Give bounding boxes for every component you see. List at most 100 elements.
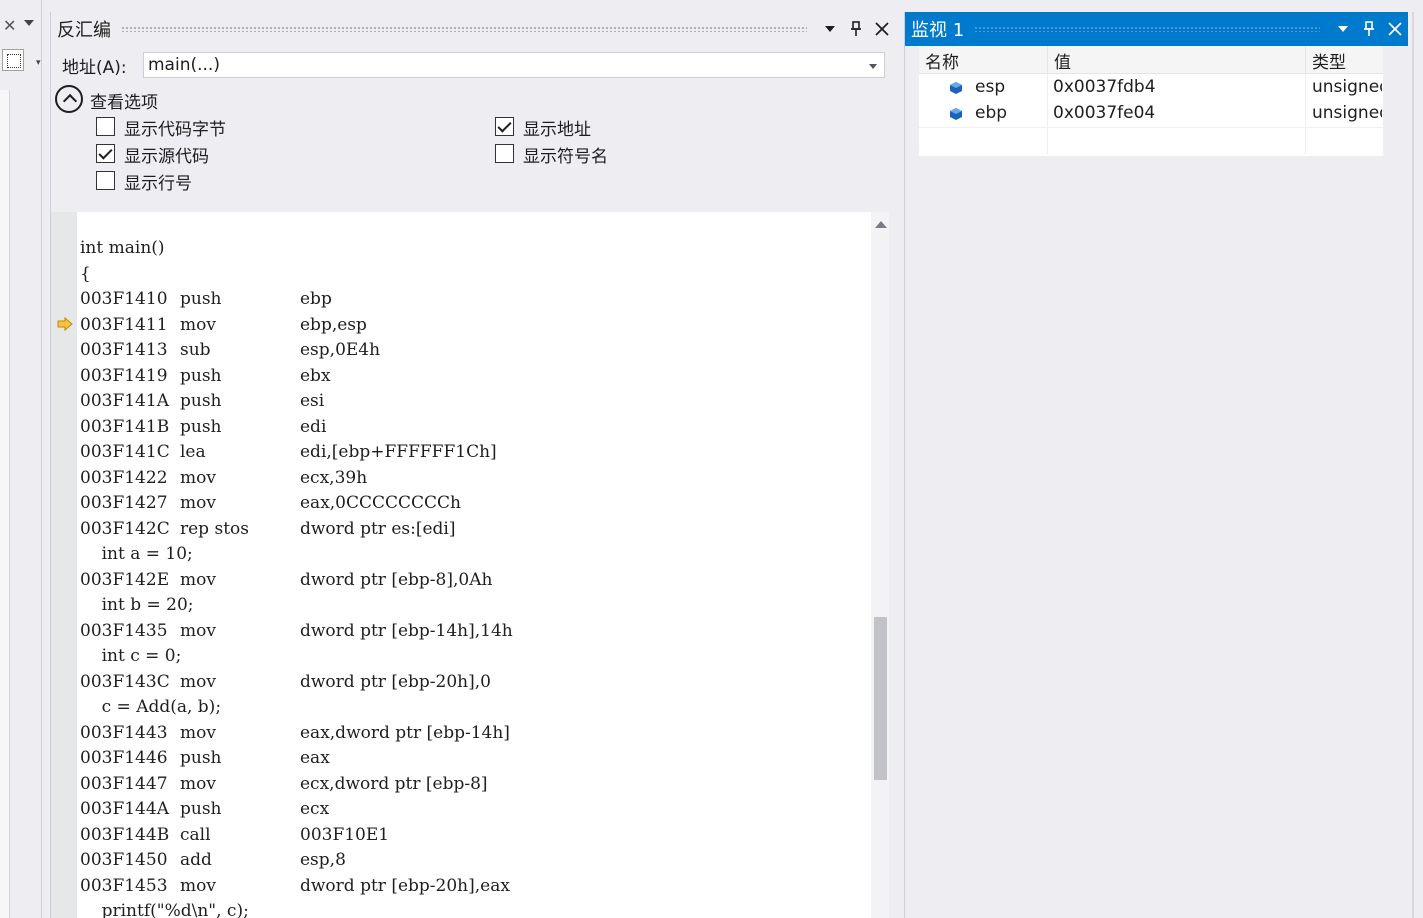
checkbox[interactable] <box>96 171 115 190</box>
chevron-down-icon[interactable] <box>869 64 877 69</box>
column-header-type[interactable]: 类型 <box>1312 48 1346 73</box>
watch-row[interactable]: esp 0x0037fdb4 unsigned <box>919 75 1383 101</box>
instruction-address: 003F1427 <box>80 493 168 513</box>
address-row: 地址(A): main(...) <box>51 50 896 80</box>
instruction-opcode: mov <box>180 875 216 896</box>
ide-window: ✕ ▾ 反汇编 地址(A): main(...) 查看选项 显示代码字节 显示地… <box>0 0 1423 918</box>
watch-new-row[interactable] <box>919 127 1383 153</box>
chevron-down-icon[interactable] <box>24 20 34 26</box>
instruction-operands: esp,8 <box>300 850 346 870</box>
close-icon[interactable] <box>869 16 895 42</box>
window-position-dropdown[interactable] <box>817 16 843 42</box>
column-divider[interactable] <box>1047 46 1048 74</box>
watch-titlebar[interactable]: 监视 1 <box>905 12 1408 46</box>
vertical-scrollbar[interactable] <box>871 212 889 918</box>
instruction-address: 003F143C <box>80 671 170 692</box>
instruction-operands: esp,0E4h <box>300 340 381 360</box>
chevron-down-icon <box>825 26 835 32</box>
disassembly-title: 反汇编 <box>57 20 111 41</box>
address-combobox[interactable]: main(...) <box>143 52 885 78</box>
view-options-title: 查看选项 <box>90 93 158 113</box>
instruction-operands: ebp,esp <box>300 314 367 335</box>
variable-icon <box>950 82 962 94</box>
close-icon[interactable] <box>1382 16 1408 42</box>
address-label: 地址(A): <box>62 58 127 78</box>
watch-value[interactable]: 0x0037fdb4 <box>1053 77 1156 97</box>
checkbox[interactable] <box>495 144 514 163</box>
instruction-operands: esi <box>300 391 325 411</box>
watch-grid-header: 名称 值 类型 <box>919 46 1383 74</box>
variable-icon <box>950 108 962 120</box>
instruction-operands: edi,[ebp+FFFFFF1Ch] <box>300 442 497 462</box>
disassembly-code-view[interactable]: int main() {003F1410 push ebp 003F1411 mov ebp… <box>51 212 889 918</box>
option-label: 显示行号 <box>124 174 192 194</box>
option-label: 显示代码字节 <box>124 120 226 140</box>
chevron-down-icon <box>1338 26 1348 32</box>
checkbox[interactable] <box>96 144 115 163</box>
current-instruction-arrow-icon <box>57 317 73 331</box>
instruction-opcode: mov <box>180 493 216 513</box>
scrollbar-thumb[interactable] <box>874 617 887 780</box>
instruction-operands: dword ptr [ebp-20h],eax <box>300 875 510 896</box>
instruction-operands: eax <box>300 748 330 768</box>
pin-icon[interactable] <box>1356 16 1382 42</box>
watch-name[interactable]: ebp <box>975 103 1007 123</box>
instruction-operands: dword ptr [ebp-8],0Ah <box>300 569 493 590</box>
instruction-opcode: mov <box>180 722 216 743</box>
source-text: int a = 10; <box>80 544 193 564</box>
instruction-opcode: lea <box>180 442 206 462</box>
watch-name[interactable]: esp <box>975 77 1005 97</box>
instruction-opcode: push <box>180 365 222 386</box>
instruction-operands: 003F10E1 <box>300 824 390 845</box>
instruction-address: 003F1435 <box>80 620 168 641</box>
watch-value[interactable]: 0x0037fe04 <box>1053 103 1155 123</box>
instruction-opcode: call <box>180 824 211 845</box>
instruction-address: 003F1411 <box>80 314 168 335</box>
instruction-opcode: push <box>180 289 222 309</box>
instruction-operands: ecx <box>300 799 330 819</box>
checkbox[interactable] <box>495 117 514 136</box>
instruction-address: 003F144B <box>80 824 170 845</box>
instruction-operands: ebx <box>300 365 331 386</box>
instruction-opcode: sub <box>180 340 211 360</box>
instruction-operands: dword ptr [ebp-14h],14h <box>300 620 513 641</box>
instruction-address: 003F1443 <box>80 722 168 743</box>
column-header-name[interactable]: 名称 <box>925 48 959 73</box>
instruction-opcode: rep stos <box>180 518 249 539</box>
instruction-opcode: push <box>180 416 222 437</box>
option-label: 显示地址 <box>523 120 591 140</box>
instruction-operands: dword ptr es:[edi] <box>300 518 456 539</box>
instruction-address: 003F1419 <box>80 365 168 386</box>
instruction-address: 003F1447 <box>80 773 168 794</box>
title-grip[interactable] <box>121 26 807 32</box>
instruction-opcode: mov <box>180 620 216 641</box>
option-label: 显示符号名 <box>523 147 608 167</box>
instruction-opcode: mov <box>180 569 216 590</box>
checkbox[interactable] <box>96 117 115 136</box>
instruction-operands: dword ptr [ebp-20h],0 <box>300 671 491 692</box>
instruction-address: 003F1422 <box>80 467 168 488</box>
title-grip[interactable] <box>974 26 1320 32</box>
column-header-value[interactable]: 值 <box>1054 48 1071 73</box>
instruction-operands: ebp <box>300 289 332 309</box>
instruction-operands: eax,dword ptr [ebp-14h] <box>300 722 510 743</box>
source-text: printf("%d\n", c); <box>80 901 249 918</box>
instruction-opcode: add <box>180 850 212 870</box>
address-value[interactable]: main(...) <box>148 55 220 75</box>
instruction-address: 003F1453 <box>80 875 168 896</box>
instruction-opcode: push <box>180 799 222 819</box>
toolbox-dropdown-icon[interactable]: ▾ <box>36 58 41 68</box>
disassembly-titlebar[interactable]: 反汇编 <box>51 12 895 46</box>
instruction-address: 003F1413 <box>80 340 168 360</box>
close-icon[interactable]: ✕ <box>3 16 16 35</box>
source-text: int c = 0; <box>80 646 182 666</box>
collapse-icon[interactable] <box>55 85 83 113</box>
scroll-up-icon[interactable] <box>875 221 887 228</box>
column-divider[interactable] <box>1305 46 1306 74</box>
toolbox-button[interactable] <box>2 49 24 71</box>
watch-row[interactable]: ebp 0x0037fe04 unsigned <box>919 101 1383 127</box>
instruction-address: 003F1450 <box>80 850 168 870</box>
window-position-dropdown[interactable] <box>1330 16 1356 42</box>
pin-icon[interactable] <box>843 16 869 42</box>
instruction-operands: ecx,dword ptr [ebp-8] <box>300 773 488 794</box>
